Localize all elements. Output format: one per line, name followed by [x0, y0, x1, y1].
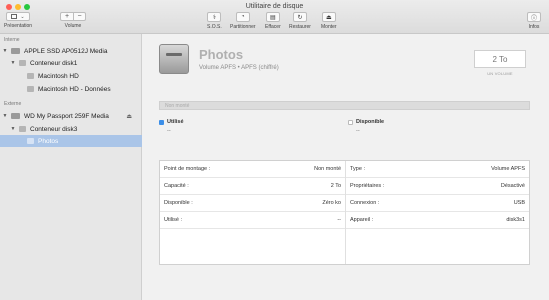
sidebar-item-label: APPLE SSD AP0512J Media: [24, 47, 108, 55]
sidebar-item-container-disk1[interactable]: ▼ Conteneur disk1: [0, 57, 142, 69]
table-row: Utilisé : --: [160, 212, 345, 229]
mount-icon: ⏏: [321, 12, 336, 22]
restore-icon: ↻: [292, 12, 307, 22]
volume-icon: [27, 86, 34, 92]
container-icon: [19, 126, 26, 132]
sidebar: Interne ▼ APPLE SSD AP0512J Media ▼ Cont…: [0, 34, 142, 300]
table-row: Appareil : disk3s1: [346, 212, 529, 229]
volume-label: Volume: [64, 23, 82, 29]
main-pane: Photos Volume APFS • APFS (chiffré) 2 To…: [143, 34, 549, 300]
partition-control[interactable]: ◔ Partitionner: [230, 12, 256, 30]
volume-icon: [27, 73, 34, 79]
sidebar-item-macintosh-hd-data[interactable]: Macintosh HD - Données: [0, 83, 142, 95]
table-row: Disponible : Zéro ko: [160, 195, 345, 212]
info-value: --: [337, 217, 341, 223]
disclosure-triangle-icon[interactable]: ▼: [10, 60, 16, 66]
table-row: Capacité : 2 To: [160, 178, 345, 195]
free-label: Disponible: [356, 119, 385, 125]
info-table: Point de montage : Non monté Capacité : …: [159, 160, 530, 265]
info-key: Disponible :: [164, 200, 193, 206]
mount-label: Monter: [321, 24, 337, 30]
sidebar-item-label: Conteneur disk3: [30, 125, 78, 133]
remove-volume-button[interactable]: −: [73, 12, 86, 21]
info-key: Capacité :: [164, 183, 189, 189]
sidebar-item-label: Macintosh HD - Données: [38, 85, 111, 93]
volume-subtitle: Volume APFS • APFS (chiffré): [199, 65, 279, 71]
volume-size-label: UN VOLUME: [487, 71, 513, 76]
erase-icon: ▤: [265, 12, 280, 22]
disk-icon: [11, 113, 20, 119]
sidebar-item-container-disk3[interactable]: ▼ Conteneur disk3: [0, 123, 142, 135]
sidebar-item-label: Conteneur disk1: [30, 59, 78, 67]
external-header: Externe: [4, 101, 22, 107]
volume-name: Photos: [199, 47, 244, 62]
info-key: Utilisé :: [164, 217, 183, 223]
table-row: Propriétaires : Désactivé: [346, 178, 529, 195]
info-value: USB: [513, 200, 525, 206]
info-value: Zéro ko: [322, 200, 341, 206]
info-value: Volume APFS: [491, 166, 525, 172]
info-icon: ⓘ: [527, 12, 541, 22]
info-key: Connexion :: [350, 200, 380, 206]
info-control[interactable]: ⓘ Infos: [527, 12, 541, 30]
window-title: Utilitaire de disque: [245, 3, 304, 10]
container-icon: [19, 60, 26, 66]
sidebar-item-macintosh-hd[interactable]: Macintosh HD: [0, 70, 142, 82]
stethoscope-icon: ⚕: [207, 12, 222, 22]
erase-control[interactable]: ▤ Effacer: [265, 12, 281, 30]
sidebar-item-wd-passport[interactable]: ▼ WD My Passport 259F Media ⏏: [0, 110, 142, 122]
info-key: Point de montage :: [164, 166, 211, 172]
erase-label: Effacer: [265, 24, 281, 30]
table-row: Connexion : USB: [346, 195, 529, 212]
sidebar-toggle-button[interactable]: ⌄: [6, 12, 31, 21]
restore-control[interactable]: ↻ Restaurer: [289, 12, 311, 30]
chevron-down-icon: ⌄: [20, 13, 25, 20]
table-row: Point de montage : Non monté: [160, 161, 345, 178]
sidebar-icon: [11, 14, 18, 19]
internal-header: Interne: [4, 37, 20, 43]
add-volume-button[interactable]: +: [60, 12, 73, 21]
presentation-control[interactable]: ⌄ Présentation: [4, 12, 32, 29]
info-value: disk3s1: [506, 217, 525, 223]
disclosure-triangle-icon[interactable]: ▼: [2, 113, 8, 119]
volume-size: 2 To: [474, 50, 526, 68]
sidebar-item-label: WD My Passport 259F Media: [24, 112, 109, 120]
sidebar-item-apple-ssd[interactable]: ▼ APPLE SSD AP0512J Media: [0, 45, 142, 57]
used-legend: Utilisé --: [159, 119, 184, 134]
disclosure-triangle-icon[interactable]: ▼: [2, 48, 8, 54]
info-key: Type :: [350, 166, 365, 172]
sidebar-item-label: Photos: [38, 137, 59, 145]
info-value: Non monté: [314, 166, 341, 172]
sos-control[interactable]: ⚕ S.O.S.: [207, 12, 222, 30]
mount-control[interactable]: ⏏ Monter: [321, 12, 337, 30]
info-key: Appareil :: [350, 217, 374, 223]
eject-icon[interactable]: ⏏: [126, 113, 132, 120]
volume-control: + − Volume: [60, 12, 86, 29]
free-legend: Disponible --: [348, 119, 384, 134]
disk-icon: [11, 48, 20, 54]
free-value: --: [356, 128, 360, 134]
restore-label: Restaurer: [289, 24, 311, 30]
info-label: Infos: [528, 24, 540, 30]
partition-icon: ◔: [235, 12, 250, 22]
sos-label: S.O.S.: [207, 24, 222, 30]
partition-label: Partitionner: [230, 24, 256, 30]
sidebar-item-photos[interactable]: Photos: [0, 135, 142, 147]
toolbar: Utilitaire de disque ⌄ Présentation + − …: [0, 0, 549, 34]
external-drive-icon: [159, 44, 189, 74]
sidebar-item-label: Macintosh HD: [38, 72, 79, 80]
free-swatch: [348, 119, 353, 125]
table-row: Type : Volume APFS: [346, 161, 529, 178]
used-value: --: [167, 128, 171, 134]
presentation-label: Présentation: [4, 23, 33, 29]
volume-icon: [27, 138, 34, 144]
usage-bar-label: Non monté: [165, 102, 190, 109]
info-key: Propriétaires :: [350, 183, 385, 189]
disclosure-triangle-icon[interactable]: ▼: [10, 126, 16, 132]
used-swatch: [159, 119, 164, 125]
info-value: 2 To: [330, 183, 341, 189]
usage-bar: Non monté: [159, 101, 530, 110]
used-label: Utilisé: [167, 119, 184, 125]
info-value: Désactivé: [500, 183, 525, 189]
